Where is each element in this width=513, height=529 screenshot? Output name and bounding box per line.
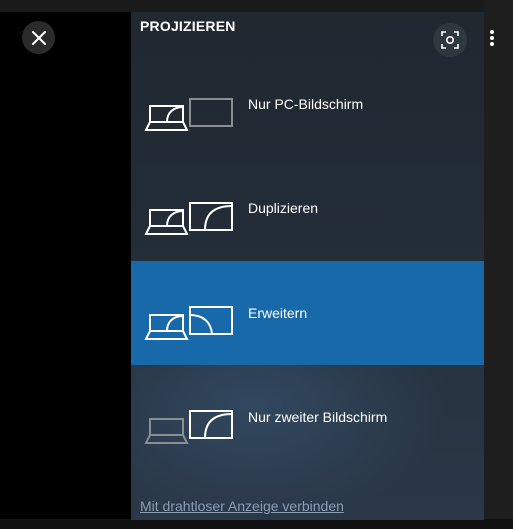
second-screen-only-icon (144, 410, 233, 444)
viewer-right-strip (484, 0, 513, 529)
screen-capture-icon (441, 31, 459, 49)
option-label: Nur zweiter Bildschirm (248, 409, 388, 425)
pc-screen-only-icon (144, 98, 233, 131)
close-button[interactable] (22, 21, 55, 54)
option-label: Nur PC-Bildschirm (248, 96, 364, 112)
option-label: Erweitern (248, 305, 308, 321)
project-panel: PROJIZIEREN Nur PC-Bildschirm Dupliziere… (131, 12, 484, 520)
duplicate-icon (144, 202, 233, 235)
viewer-bottom-bar (0, 519, 513, 529)
close-icon (31, 30, 46, 45)
panel-title: PROJIZIEREN (140, 18, 236, 34)
extend-icon (144, 306, 233, 340)
option-extend[interactable]: Erweitern (131, 261, 484, 365)
option-duplicate[interactable]: Duplizieren (131, 156, 484, 260)
connect-wireless-display-link[interactable]: Mit drahtloser Anzeige verbinden (140, 498, 344, 514)
option-label: Duplizieren (248, 200, 319, 216)
option-pc-screen-only[interactable]: Nur PC-Bildschirm (131, 52, 484, 156)
viewer-top-bar (0, 0, 513, 12)
option-second-screen-only[interactable]: Nur zweiter Bildschirm (131, 365, 484, 469)
more-vertical-icon (490, 29, 494, 46)
